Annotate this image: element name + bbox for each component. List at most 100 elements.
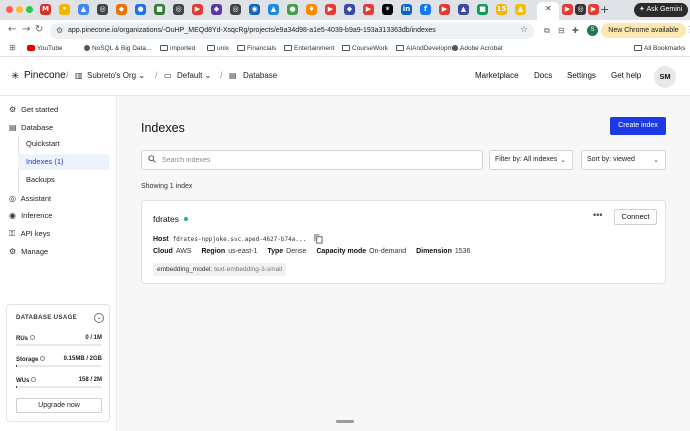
forward-icon[interactable]: → (22, 24, 30, 35)
usage-row-storage: Storage 0.15MB / 2GB (16, 356, 102, 367)
bookmark-star-icon[interactable]: ☆ (520, 25, 528, 35)
site-icon[interactable]: • (59, 4, 70, 15)
reload-icon[interactable]: ↻ (35, 24, 43, 35)
copy-icon[interactable] (314, 234, 323, 244)
bookmark-item[interactable]: Entertainment (284, 45, 334, 52)
apps-grid-icon[interactable]: ⊞ (9, 43, 16, 52)
sidebar-item-label: Manage (21, 247, 49, 256)
new-tab-icon[interactable]: + (600, 3, 609, 16)
sidebar-item-assistant[interactable]: ◎ Assistant (9, 191, 51, 206)
site-icon[interactable]: ▶ (325, 4, 336, 15)
breadcrumb-project[interactable]: Default ⌄ (177, 71, 211, 80)
sidebar-item-api-keys[interactable]: ⚿ API keys (9, 226, 50, 241)
nav-get-help[interactable]: Get help (611, 71, 641, 80)
sort-dropdown[interactable]: Sort by: viewed ⌄ (581, 150, 666, 170)
bookmark-label: imported (170, 45, 196, 52)
site-icon[interactable]: ▲ (268, 4, 279, 15)
site-icon[interactable]: ■ (154, 4, 165, 15)
nav-docs[interactable]: Docs (534, 71, 552, 80)
nav-marketplace[interactable]: Marketplace (475, 71, 519, 80)
sidebar-subitem-backups[interactable]: Backups (18, 172, 109, 188)
meta-key: Capacity mode (316, 248, 367, 255)
site-icon[interactable]: ✶ (382, 4, 393, 15)
sidebar-item-inference[interactable]: ◉ Inference (9, 208, 52, 223)
site-icon[interactable]: ● (287, 4, 298, 15)
info-icon[interactable] (30, 335, 36, 340)
site-icon[interactable]: in (401, 4, 412, 15)
mail-icon[interactable]: M (40, 4, 51, 15)
user-avatar[interactable]: SM (654, 66, 676, 88)
bookmark-item[interactable]: NoSQL & Big Data... (84, 45, 151, 52)
site-icon[interactable]: ▶ (192, 4, 203, 15)
index-card[interactable]: fdrates ••• Connect Host fdrates-nppjoke.… (141, 200, 666, 284)
address-bar[interactable]: ⚙ app.pinecone.io/organizations/-OuHP_ME… (50, 23, 534, 39)
usage-bar (16, 344, 102, 346)
extension-icon[interactable]: ⧉ (544, 26, 550, 36)
connect-button[interactable]: Connect (614, 209, 657, 225)
site-icon[interactable]: ◎ (230, 4, 241, 15)
site-icon[interactable]: ▲ (515, 4, 526, 15)
site-icon[interactable]: ◆ (116, 4, 127, 15)
site-icon[interactable]: f (420, 4, 431, 15)
site-icon[interactable]: ▶ (562, 4, 573, 15)
tag-value: text-embedding-3-small (214, 266, 283, 273)
sidebar-item-database[interactable]: ▤ Database (9, 120, 53, 135)
close-tab-icon[interactable]: ✕ (545, 4, 552, 13)
back-icon[interactable]: ← (8, 24, 16, 35)
filter-label: Filter by: All indexes (495, 156, 558, 163)
folder-icon (207, 45, 215, 51)
database-icon: ▤ (229, 71, 237, 80)
sidebar-item-manage[interactable]: ⚙ Manage (9, 244, 48, 259)
bookmark-item[interactable]: unix (207, 45, 229, 52)
site-icon[interactable]: ▲ (458, 4, 469, 15)
all-bookmarks-link[interactable]: All Bookmarks (634, 45, 686, 52)
site-icon[interactable]: ◉ (249, 4, 260, 15)
minimize-window-icon[interactable] (16, 6, 23, 13)
site-icon[interactable]: 15 (496, 4, 507, 15)
site-icon[interactable]: ◆ (211, 4, 222, 15)
info-icon[interactable] (40, 356, 46, 361)
create-index-button[interactable]: Create index (610, 117, 666, 135)
sidebar-item-label: Inference (21, 211, 53, 220)
search-input[interactable] (162, 154, 462, 166)
site-icon[interactable]: ◆ (344, 4, 355, 15)
site-icon[interactable]: ■ (477, 4, 488, 15)
site-icon[interactable]: ▶ (363, 4, 374, 15)
collapse-icon[interactable]: ⌄ (94, 313, 104, 323)
chrome-update-button[interactable]: New Chrome available (601, 23, 686, 38)
scroll-handle[interactable] (336, 420, 354, 423)
more-options-icon[interactable]: ••• (593, 210, 602, 220)
bookmark-item[interactable]: Financials (237, 45, 276, 52)
maximize-window-icon[interactable] (26, 6, 33, 13)
site-icon[interactable]: ◎ (173, 4, 184, 15)
sidebar-item-get-started[interactable]: ⚙ Get started (9, 102, 58, 117)
bookmark-item[interactable]: Adobe Acrobat (452, 45, 503, 52)
profile-avatar[interactable]: S (587, 25, 598, 36)
sidebar-subitem-indexes[interactable]: Indexes (1) (18, 154, 109, 170)
doc-icon[interactable]: ▲ (78, 4, 89, 15)
filter-dropdown[interactable]: Filter by: All indexes ⌄ (489, 150, 573, 170)
ask-gemini-button[interactable]: ✦ Ask Gemini (634, 3, 688, 17)
site-icon[interactable]: ● (135, 4, 146, 15)
info-icon[interactable] (31, 377, 37, 382)
nav-settings[interactable]: Settings (567, 71, 596, 80)
site-icon[interactable]: ▶ (439, 4, 450, 15)
index-name[interactable]: fdrates (153, 214, 179, 224)
site-info-icon[interactable]: ⚙ (56, 26, 63, 35)
breadcrumb-section[interactable]: Database (243, 71, 277, 80)
bookmark-item[interactable]: CourseWork (342, 45, 388, 52)
site-icon[interactable]: ♦ (306, 4, 317, 15)
extensions-puzzle-icon[interactable]: ✚ (572, 26, 579, 35)
sidebar-subitem-quickstart[interactable]: Quickstart (18, 136, 109, 152)
breadcrumb-org[interactable]: Subreto's Org ⌄ (87, 71, 145, 80)
meta-value: On-demand (369, 248, 407, 255)
tab-search-icon[interactable]: ⊟ (558, 26, 565, 35)
upgrade-button[interactable]: Upgrade now (16, 398, 102, 413)
browser-menu-icon[interactable]: ⋮ (686, 25, 690, 34)
site-icon[interactable]: ◎ (97, 4, 108, 15)
close-window-icon[interactable] (6, 6, 13, 13)
bookmark-item[interactable]: YouTube (27, 45, 63, 52)
site-icon[interactable]: ◎ (575, 4, 586, 15)
site-icon[interactable]: ▶ (588, 4, 599, 15)
bookmark-item[interactable]: imported (160, 45, 195, 52)
